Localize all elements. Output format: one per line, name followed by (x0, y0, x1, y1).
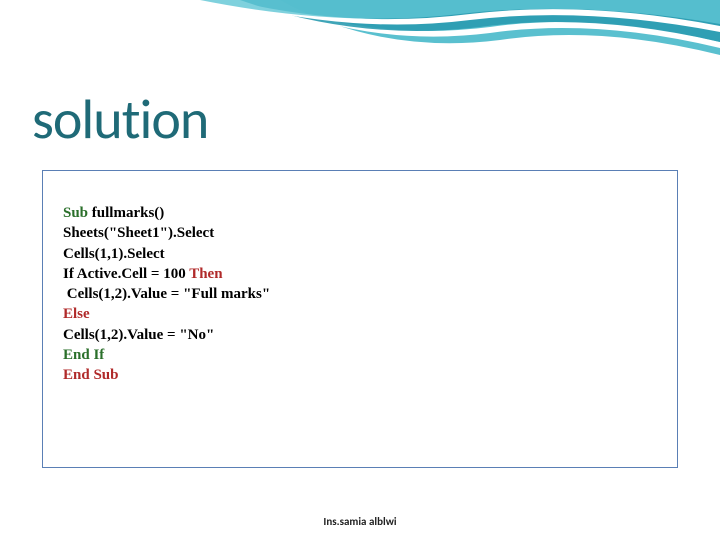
code-line: Sub fullmarks() (63, 203, 657, 223)
code-content: Sub fullmarks()Sheets("Sheet1").SelectCe… (63, 203, 657, 385)
code-line: Cells(1,2).Value = "No" (63, 325, 657, 345)
slide-title: solution (32, 86, 208, 154)
code-line: End Sub (63, 365, 657, 385)
code-line: If Active.Cell = 100 Then (63, 264, 657, 284)
code-line: Sheets("Sheet1").Select (63, 223, 657, 243)
code-box: Sub fullmarks()Sheets("Sheet1").SelectCe… (42, 170, 678, 468)
wave-decoration (0, 0, 720, 80)
code-line: Else (63, 304, 657, 324)
code-line: Cells(1,2).Value = "Full marks" (63, 284, 657, 304)
slide-footer: Ins.samia alblwi (0, 515, 720, 528)
code-line: End If (63, 345, 657, 365)
code-line: Cells(1,1).Select (63, 244, 657, 264)
